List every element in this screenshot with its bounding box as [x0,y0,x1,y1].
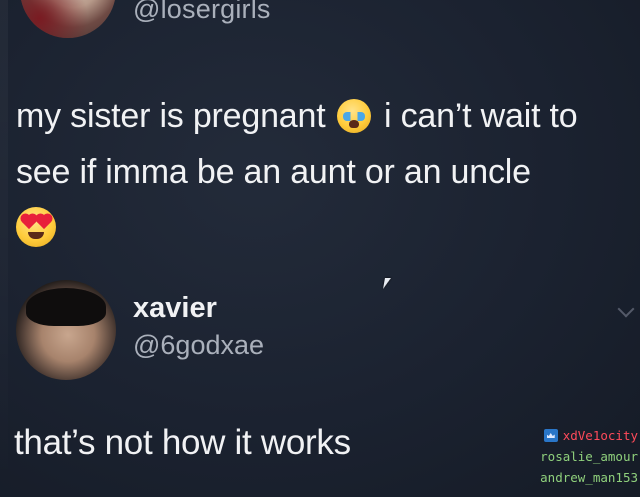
heart-eyes-face-emoji-icon [16,207,56,247]
top-tweet-text-part1: my sister is pregnant [16,97,326,135]
top-tweet-handle[interactable]: @losergirls [133,0,271,25]
reply-handle[interactable]: @6godxae [133,330,264,361]
viewer-list: xdVe1ocity rosalie_amour andrew_man153 [498,425,638,488]
reply-avatar[interactable] [16,280,116,380]
moderator-crown-icon [543,429,558,442]
reply-avatar-hair [26,288,106,326]
viewer-row[interactable]: xdVe1ocity [498,425,638,446]
viewer-row[interactable]: andrew_man153 [498,467,638,488]
avatar[interactable] [20,0,116,38]
loudly-crying-face-emoji-icon [336,99,371,133]
heart-left-icon [21,214,37,230]
emoji-mouth [28,232,44,239]
top-tweet-text: my sister is pregnant i can’t wait to se… [16,88,636,256]
sidebar-edge [0,0,8,497]
viewer-name: andrew_man153 [540,470,638,485]
heart-right-icon [36,214,52,230]
viewer-row[interactable]: rosalie_amour [498,446,638,467]
viewer-name: xdVe1ocity [562,428,638,443]
reply-display-name[interactable]: xavier [133,292,217,325]
viewer-name: rosalie_amour [540,449,638,464]
avatar-hair [20,0,116,38]
reply-tweet-text: that’s not how it works [14,423,351,462]
